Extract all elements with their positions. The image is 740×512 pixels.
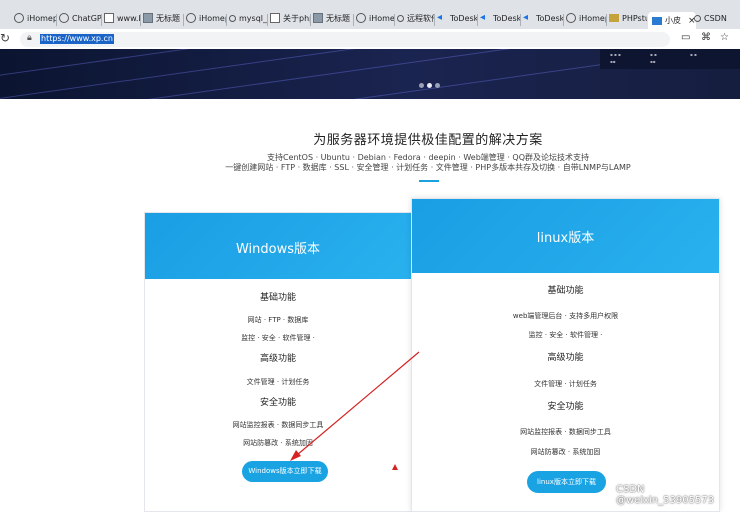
linux-basic-heading: 基础功能 — [547, 286, 584, 296]
title-underline — [419, 180, 439, 182]
banner-screenshot-thumbnail: ▪ ▪ ▪ ▪ ▪ ▪ ▪ ▪▪ ▪▪ — [600, 49, 740, 69]
tab-ihomepage-4[interactable]: iHomep — [566, 8, 606, 28]
image-icon — [313, 13, 323, 23]
php-icon — [652, 16, 662, 25]
section-subtitle-2: 一键创建网站 · FTP · 数据库 · SSL · 安全管理 · 计划任务 ·… — [225, 163, 631, 172]
url-input[interactable] — [20, 32, 670, 47]
tab-ihomepage-1[interactable]: iHomep — [14, 8, 56, 28]
linux-basic-line-1: web端管理后台 · 支持多用户权限 — [512, 312, 619, 320]
linux-sec-line-2: 网站防篡改 · 系统加固 — [530, 448, 601, 456]
windows-download-button[interactable]: Windows版本立即下载 — [242, 461, 328, 482]
windows-basic-line-1: 网站 · FTP · 数据库 — [247, 316, 309, 324]
linux-adv-heading: 高级功能 — [547, 353, 584, 363]
csdn-watermark: CSDN @weixin_53905573 — [616, 484, 715, 506]
tab-remote-software[interactable]: 远程软件 — [397, 8, 434, 28]
tab-www-bo[interactable]: www.bo — [104, 8, 140, 28]
linux-adv-line-1: 文件管理 · 计划任务 — [534, 380, 597, 388]
globe-icon — [566, 13, 576, 23]
linux-download-button[interactable]: linux版本立即下载 — [527, 471, 606, 493]
windows-basic-heading: 基础功能 — [259, 293, 296, 303]
linux-card-header: linux版本 — [412, 199, 719, 273]
tab-untitled-1[interactable]: 无标题 — [143, 8, 183, 28]
tab-csdn[interactable]: CSDN — [694, 8, 740, 28]
globe-icon — [356, 13, 366, 23]
carousel-dot[interactable] — [419, 83, 424, 88]
section-title: 为服务器环境提供极佳配置的解决方案 — [313, 133, 543, 148]
linux-card: linux版本 基础功能 web端管理后台 · 支持多用户权限 监控 · 安全 … — [411, 198, 720, 512]
translate-icon[interactable]: ⌘ — [701, 32, 711, 43]
favorites-icon[interactable]: ☆ — [720, 32, 729, 43]
tab-mysql[interactable]: mysql_l — [229, 8, 267, 28]
windows-adv-heading: 高级功能 — [259, 354, 296, 364]
lock-icon[interactable]: 🔒︎ — [27, 33, 32, 43]
carousel-dots — [419, 83, 440, 88]
globe-icon — [14, 13, 24, 23]
browser-tab-bar: iHomep ChatGPT www.bo 无标题 iHomep mysql_l… — [0, 0, 740, 30]
tab-todesk-1[interactable]: ◂ ToDesk — [437, 8, 477, 28]
carousel-dot-active[interactable] — [427, 83, 432, 88]
carousel-dot[interactable] — [435, 83, 440, 88]
windows-card: Windows版本 基础功能 网站 · FTP · 数据库 监控 · 安全 · … — [144, 212, 412, 512]
address-bar: ↻ 🔒︎ https://www.xp.cn ▭ ⌘ ☆ — [0, 29, 740, 50]
page-icon — [270, 13, 280, 23]
tab-todesk-2[interactable]: ◂ ToDesk — [480, 8, 520, 28]
globe-icon — [186, 13, 196, 23]
tab-about-php[interactable]: 关于php — [270, 8, 310, 28]
tab-ihomepage-3[interactable]: iHomep — [356, 8, 394, 28]
linux-card-title: linux版本 — [536, 231, 595, 246]
search-icon — [229, 14, 236, 22]
url-text[interactable]: https://www.xp.cn — [40, 34, 114, 44]
image-icon — [143, 13, 153, 23]
tab-ihomepage-2[interactable]: iHomep — [186, 8, 226, 28]
windows-sec-line-2: 网站防篡改 · 系统加固 — [243, 439, 313, 447]
tab-chatgpt[interactable]: ChatGPT — [59, 8, 101, 28]
linux-sec-line-1: 网站监控报表 · 数据同步工具 — [520, 428, 611, 436]
windows-sec-line-1: 网站监控报表 · 数据同步工具 — [232, 421, 324, 429]
windows-basic-line-2: 监控 · 安全 · 软件管理 · — [241, 334, 315, 342]
todesk-icon: ◂ — [523, 12, 529, 23]
reload-icon[interactable]: ↻ — [0, 31, 10, 45]
tab-untitled-2[interactable]: 无标题 — [313, 8, 353, 28]
windows-adv-line-1: 文件管理 · 计划任务 — [246, 378, 310, 386]
tab-xiaopi-active[interactable]: 小皮 × — [648, 12, 696, 29]
todesk-icon: ◂ — [480, 12, 486, 23]
windows-card-header: Windows版本 — [145, 213, 411, 279]
linux-basic-line-2: 监控 · 安全 · 软件管理 · — [528, 331, 603, 339]
tab-phpstudy[interactable]: PHPstud — [609, 8, 647, 28]
tab-todesk-3[interactable]: ◂ ToDesk — [523, 8, 563, 28]
chat-icon — [59, 13, 69, 23]
windows-card-title: Windows版本 — [235, 242, 321, 257]
search-icon — [694, 14, 701, 22]
todesk-icon: ◂ — [437, 12, 443, 23]
search-icon — [397, 14, 404, 22]
folder-icon — [609, 14, 619, 22]
page-icon — [104, 13, 114, 23]
windows-sec-heading: 安全功能 — [259, 398, 296, 408]
reader-mode-icon[interactable]: ▭ — [681, 32, 690, 43]
linux-sec-heading: 安全功能 — [547, 402, 584, 412]
